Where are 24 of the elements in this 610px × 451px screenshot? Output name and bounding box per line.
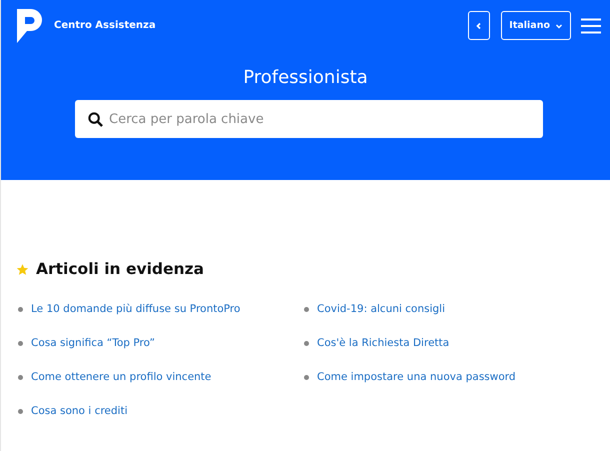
bullet-icon	[18, 374, 23, 380]
search-field[interactable]: Cerca per parola chiave	[75, 100, 543, 138]
article-link[interactable]: Cosa sono i crediti	[31, 405, 128, 417]
chevron-left-icon	[475, 22, 484, 30]
caret-icon	[555, 22, 563, 30]
language-dropdown[interactable]: Italiano	[501, 11, 571, 40]
bullet-icon	[18, 306, 23, 312]
article-link[interactable]: Le 10 domande più diffuse su ProntoPro	[31, 303, 240, 315]
menu-icon[interactable]	[581, 18, 601, 34]
article-link[interactable]: Cos'è la Richiesta Diretta	[317, 337, 450, 349]
bullet-icon	[304, 374, 309, 380]
article-link[interactable]: Come impostare una nuova password	[317, 371, 516, 383]
bullet-icon	[18, 408, 23, 414]
article-link[interactable]: Come ottenere un profilo vincente	[31, 371, 212, 383]
bullet-icon	[18, 340, 23, 346]
star-icon	[16, 262, 29, 276]
article-link[interactable]: Covid-19: alcuni consigli	[317, 303, 446, 315]
section-title: Articoli in evidenza	[36, 260, 204, 278]
bullet-icon	[304, 306, 309, 312]
page-title: Professionista	[242, 67, 369, 88]
article-link[interactable]: Cosa significa “Top Pro”	[31, 337, 156, 349]
back-button[interactable]	[468, 11, 490, 40]
brand-name[interactable]: Centro Assistenza	[54, 20, 156, 31]
bullet-icon	[304, 340, 309, 346]
